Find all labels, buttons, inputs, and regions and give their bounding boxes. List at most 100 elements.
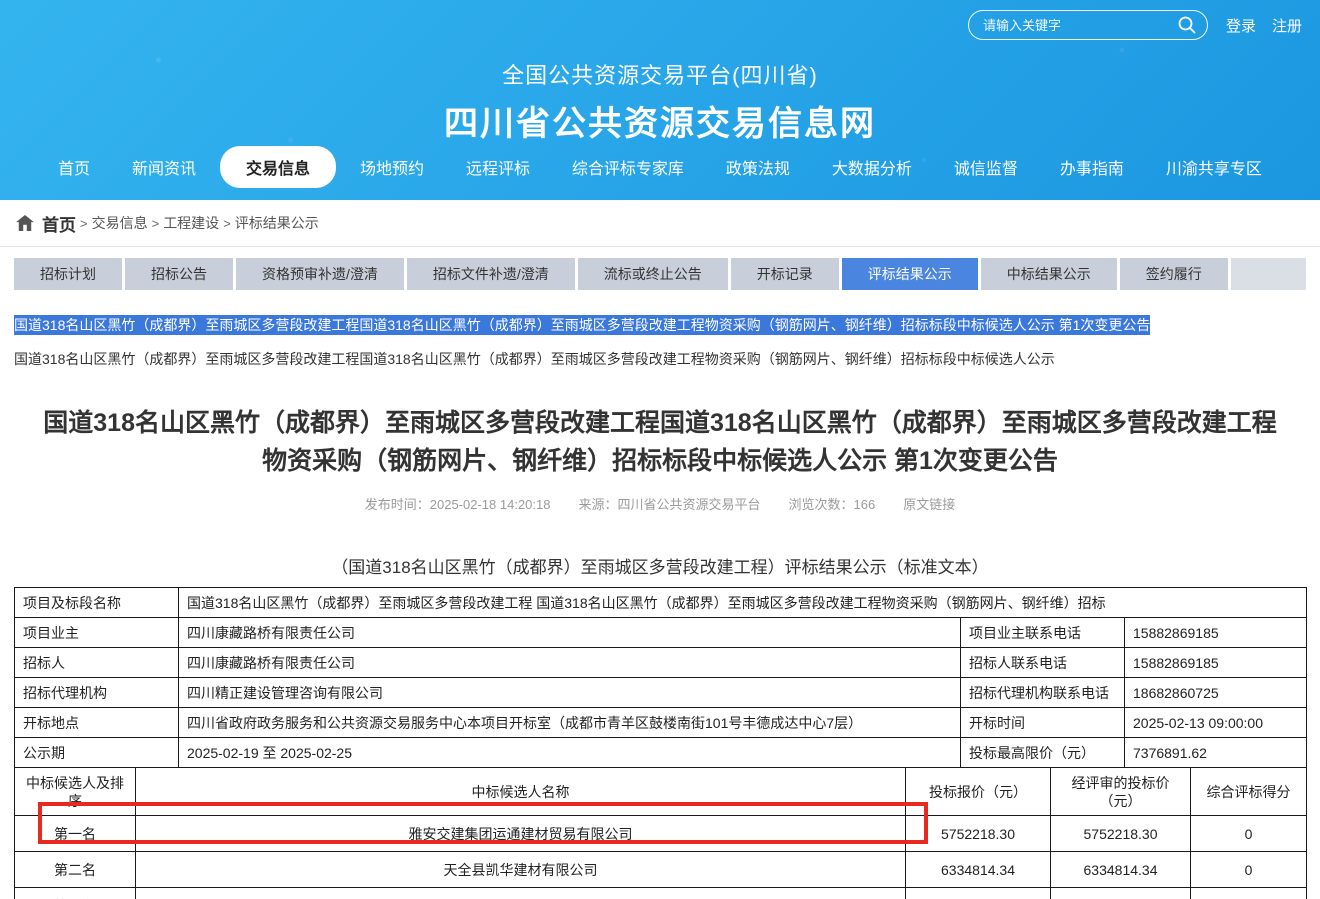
result-link-selected[interactable]: 国道318名山区黑竹（成都界）至雨城区多营段改建工程国道318名山区黑竹（成都界… — [14, 314, 1306, 336]
detail-label: 投标最高限价（元） — [961, 738, 1125, 768]
detail-label: 招标人 — [15, 648, 179, 678]
col-header-name: 中标候选人名称 — [136, 768, 906, 816]
tab-bid-announcement[interactable]: 招标公告 — [125, 258, 233, 290]
candidate-reviewed-bid: 5752218.30 — [1051, 816, 1191, 852]
table-row: 公示期 2025-02-19 至 2025-02-25 投标最高限价（元） 73… — [15, 738, 1307, 768]
source: 来源：四川省公共资源交易平台 — [578, 494, 760, 513]
nav-item-news[interactable]: 新闻资讯 — [114, 147, 214, 187]
candidate-name: 天全县凯华建材有限公司 — [136, 852, 906, 888]
site-title: 四川省公共资源交易信息网 — [0, 96, 1320, 145]
project-detail-table: 项目及标段名称 国道318名山区黑竹（成都界）至雨城区多营段改建工程 国道318… — [14, 587, 1307, 768]
tab-bid-plan[interactable]: 招标计划 — [14, 258, 122, 290]
breadcrumb-engineering[interactable]: 工程建设 — [163, 213, 219, 233]
detail-value: 15882869185 — [1125, 618, 1307, 648]
tab-failed-or-terminated[interactable]: 流标或终止公告 — [578, 258, 728, 290]
nav-item-chuanyu-zone[interactable]: 川渝共享专区 — [1148, 147, 1280, 187]
nav-item-big-data[interactable]: 大数据分析 — [814, 147, 930, 187]
candidate-bid: 6334814.34 — [906, 852, 1051, 888]
search-box[interactable] — [968, 10, 1208, 40]
view-count: 浏览次数：166 — [789, 494, 876, 513]
candidate-rank: 第二名 — [15, 852, 136, 888]
candidate-score: 0 — [1191, 816, 1307, 852]
article-meta: 发布时间：2025-02-18 14:20:18 来源：四川省公共资源交易平台 … — [0, 494, 1320, 513]
col-header-score: 综合评标得分 — [1191, 768, 1307, 816]
breadcrumb-trade-info[interactable]: 交易信息 — [92, 213, 148, 233]
breadcrumb-home[interactable]: 首页 — [42, 211, 76, 236]
detail-label: 开标时间 — [961, 708, 1125, 738]
home-icon[interactable] — [16, 215, 34, 231]
tab-contract-performance[interactable]: 签约履行 — [1120, 258, 1228, 290]
col-header-bid: 投标报价（元） — [906, 768, 1051, 816]
category-tabbar: 招标计划 招标公告 资格预审补遗/澄清 招标文件补遗/澄清 流标或终止公告 开标… — [14, 258, 1306, 290]
page: 登录 注册 全国公共资源交易平台(四川省) 四川省公共资源交易信息网 首页 新闻… — [0, 0, 1320, 899]
document-subtitle: （国道318名山区黑竹（成都界）至雨城区多营段改建工程）评标结果公示（标准文本） — [0, 553, 1320, 578]
detail-label: 项目业主 — [15, 618, 179, 648]
main-nav: 首页 新闻资讯 交易信息 场地预约 远程评标 综合评标专家库 政策法规 大数据分… — [0, 146, 1320, 188]
search-icon[interactable] — [1177, 15, 1197, 35]
topbar: 登录 注册 — [968, 10, 1302, 40]
nav-item-expert-pool[interactable]: 综合评标专家库 — [554, 147, 702, 187]
col-header-rank: 中标候选人及排序 — [15, 768, 136, 816]
candidate-score: 0 — [1191, 852, 1307, 888]
result-tables: 项目及标段名称 国道318名山区黑竹（成都界）至雨城区多营段改建工程 国道318… — [14, 587, 1306, 899]
breadcrumb-separator: > — [223, 216, 231, 231]
tab-award-result[interactable]: 中标结果公示 — [981, 258, 1117, 290]
candidate-bid: 5752218.30 — [906, 816, 1051, 852]
tab-bid-doc-supplement[interactable]: 招标文件补遗/澄清 — [407, 258, 575, 290]
candidate-table: 中标候选人及排序 中标候选人名称 投标报价（元） 经评审的投标价（元） 综合评标… — [14, 767, 1307, 899]
tabbar-filler — [1231, 258, 1306, 290]
nav-item-venue-booking[interactable]: 场地预约 — [342, 147, 442, 187]
detail-value: 2025-02-13 09:00:00 — [1125, 708, 1307, 738]
original-link[interactable]: 原文链接 — [903, 494, 955, 513]
detail-value: 四川精正建设管理咨询有限公司 — [179, 678, 961, 708]
candidate-header-row: 中标候选人及排序 中标候选人名称 投标报价（元） 经评审的投标价（元） 综合评标… — [15, 768, 1307, 816]
detail-label: 公示期 — [15, 738, 179, 768]
site-subtitle: 全国公共资源交易平台(四川省) — [0, 58, 1320, 90]
nav-item-integrity[interactable]: 诚信监督 — [936, 147, 1036, 187]
detail-value: 2025-02-19 至 2025-02-25 — [179, 738, 961, 768]
result-links: 国道318名山区黑竹（成都界）至雨城区多营段改建工程国道318名山区黑竹（成都界… — [14, 314, 1306, 370]
publish-time: 发布时间：2025-02-18 14:20:18 — [365, 494, 551, 513]
tab-evaluation-result[interactable]: 评标结果公示 — [842, 258, 978, 290]
candidate-rank: 第一名 — [15, 816, 136, 852]
col-header-reviewed-bid: 经评审的投标价（元） — [1051, 768, 1191, 816]
detail-value: 18682860725 — [1125, 678, 1307, 708]
candidate-bid — [906, 888, 1051, 899]
nav-item-trade-info[interactable]: 交易信息 — [220, 146, 336, 188]
detail-value: 国道318名山区黑竹（成都界）至雨城区多营段改建工程 国道318名山区黑竹（成都… — [179, 588, 1307, 618]
detail-label: 招标代理机构 — [15, 678, 179, 708]
detail-label: 招标代理机构联系电话 — [961, 678, 1125, 708]
detail-value: 四川省政府政务服务和公共资源交易服务中心本项目开标室（成都市青羊区鼓楼南街101… — [179, 708, 961, 738]
table-row: 招标人 四川康藏路桥有限责任公司 招标人联系电话 15882869185 — [15, 648, 1307, 678]
candidate-reviewed-bid — [1051, 888, 1191, 899]
detail-label: 项目业主联系电话 — [961, 618, 1125, 648]
register-link[interactable]: 注册 — [1272, 15, 1302, 36]
candidate-name: 雅安交建集团运通建材贸易有限公司 — [136, 816, 906, 852]
tab-prequalification-supplement[interactable]: 资格预审补遗/澄清 — [236, 258, 404, 290]
detail-value: 7376891.62 — [1125, 738, 1307, 768]
breadcrumb: 首页 > 交易信息 > 工程建设 > 评标结果公示 — [0, 200, 1320, 247]
candidate-row-second: 第二名 天全县凯华建材有限公司 6334814.34 6334814.34 0 — [15, 852, 1307, 888]
table-row: 招标代理机构 四川精正建设管理咨询有限公司 招标代理机构联系电话 1868286… — [15, 678, 1307, 708]
candidate-row-third: 第三名 — [15, 888, 1307, 899]
candidate-rank: 第三名 — [15, 888, 136, 899]
detail-label: 招标人联系电话 — [961, 648, 1125, 678]
site-header: 登录 注册 全国公共资源交易平台(四川省) 四川省公共资源交易信息网 首页 新闻… — [0, 0, 1320, 200]
detail-value: 四川康藏路桥有限责任公司 — [179, 618, 961, 648]
search-input[interactable] — [983, 18, 1177, 33]
tab-bid-opening-record[interactable]: 开标记录 — [731, 258, 839, 290]
candidate-score — [1191, 888, 1307, 899]
nav-item-home[interactable]: 首页 — [40, 147, 108, 187]
breadcrumb-separator: > — [152, 216, 160, 231]
detail-value: 15882869185 — [1125, 648, 1307, 678]
article-title: 国道318名山区黑竹（成都界）至雨城区多营段改建工程国道318名山区黑竹（成都界… — [40, 404, 1280, 480]
auth-links: 登录 注册 — [1226, 15, 1302, 36]
nav-item-policies[interactable]: 政策法规 — [708, 147, 808, 187]
login-link[interactable]: 登录 — [1226, 15, 1256, 36]
candidate-row-first: 第一名 雅安交建集团运通建材贸易有限公司 5752218.30 5752218.… — [15, 816, 1307, 852]
result-link[interactable]: 国道318名山区黑竹（成都界）至雨城区多营段改建工程国道318名山区黑竹（成都界… — [14, 348, 1306, 370]
breadcrumb-result-publicity[interactable]: 评标结果公示 — [235, 213, 319, 233]
table-row: 开标地点 四川省政府政务服务和公共资源交易服务中心本项目开标室（成都市青羊区鼓楼… — [15, 708, 1307, 738]
nav-item-guide[interactable]: 办事指南 — [1042, 147, 1142, 187]
nav-item-remote-evaluation[interactable]: 远程评标 — [448, 147, 548, 187]
